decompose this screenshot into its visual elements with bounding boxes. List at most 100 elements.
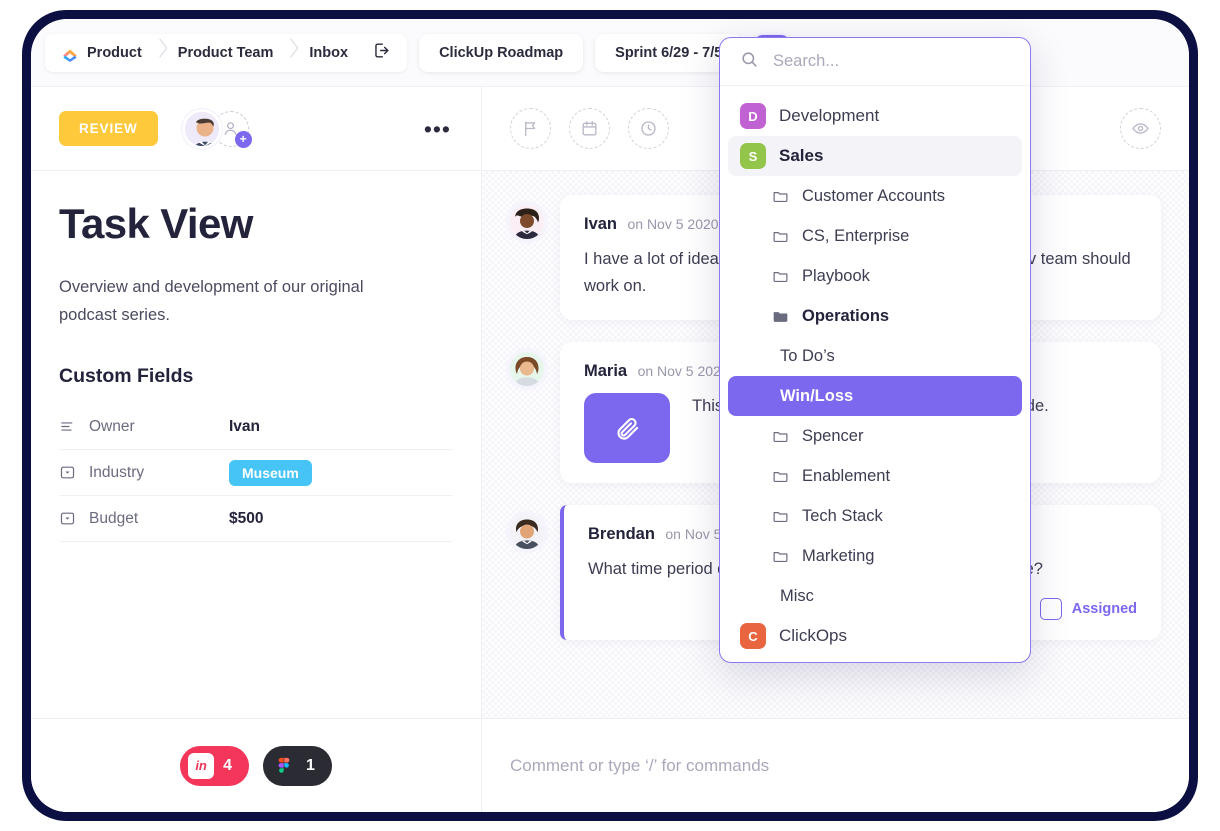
clock-icon[interactable] xyxy=(628,108,669,149)
dropdown-item-operations[interactable]: Operations xyxy=(728,296,1022,336)
folder-icon xyxy=(772,428,789,445)
plus-icon: + xyxy=(234,130,252,148)
page-title: Task View xyxy=(59,200,253,247)
dropdown-item-label: Enablement xyxy=(802,466,891,485)
dropdown-item-label: To Do’s xyxy=(780,346,835,365)
dropdown-item-clickops[interactable]: C ClickOps xyxy=(728,616,1022,656)
search-input[interactable] xyxy=(773,52,1010,71)
comment-author: Maria xyxy=(584,362,628,381)
dropdown-icon xyxy=(59,464,89,481)
space-picker-dropdown: D Development S Sales Customer Accounts CS, E… xyxy=(719,37,1031,663)
dropdown-item-sales[interactable]: S Sales xyxy=(728,136,1022,176)
folder-open-icon xyxy=(772,308,789,325)
dropdown-item-win-loss[interactable]: Win/Loss xyxy=(728,376,1022,416)
dropdown-item-customer-accounts[interactable]: Customer Accounts xyxy=(728,176,1022,216)
dropdown-item-label: Misc xyxy=(780,586,814,605)
field-value: $500 xyxy=(229,509,264,527)
status-badge[interactable]: REVIEW xyxy=(59,111,158,146)
space-avatar-icon: D xyxy=(740,103,766,129)
folder-icon xyxy=(772,548,789,565)
calendar-icon[interactable] xyxy=(569,108,610,149)
comment-author: Brendan xyxy=(588,525,655,544)
folder-icon xyxy=(772,188,789,205)
assignee-group: + xyxy=(181,108,252,149)
search-icon xyxy=(740,50,759,74)
share-button[interactable] xyxy=(360,34,403,72)
field-value: Ivan xyxy=(229,417,261,435)
dropdown-item-label: Sales xyxy=(779,146,824,165)
invision-count: 4 xyxy=(223,756,232,774)
dropdown-item-enablement[interactable]: Enablement xyxy=(728,456,1022,496)
breadcrumb-item-inbox[interactable]: Inbox xyxy=(297,34,360,72)
paperclip-icon[interactable] xyxy=(584,393,670,464)
avatar[interactable] xyxy=(510,352,544,387)
text-lines-icon xyxy=(59,418,89,435)
dropdown-item-label: Development xyxy=(779,106,880,125)
dropdown-search-row xyxy=(720,38,1030,86)
avatar[interactable] xyxy=(510,515,544,550)
dropdown-item-spencer[interactable]: Spencer xyxy=(728,416,1022,456)
comment-input[interactable] xyxy=(510,755,1161,776)
invision-badge[interactable]: in 4 xyxy=(180,745,249,786)
dropdown-item-marketing[interactable]: Marketing xyxy=(728,536,1022,576)
eye-icon[interactable] xyxy=(1120,108,1161,149)
folder-icon xyxy=(772,228,789,245)
comment-timestamp: on Nov 5 2020 xyxy=(637,363,729,380)
device-frame: Product Product Team Inbox ClickUp Roadm… xyxy=(22,10,1198,821)
invision-icon: in xyxy=(188,752,215,779)
breadcrumb-label: Inbox xyxy=(309,44,349,61)
task-description: Overview and development of our original… xyxy=(59,278,364,325)
breadcrumb-separator-icon xyxy=(154,40,166,66)
share-arrow-icon xyxy=(372,41,391,64)
dropdown-item-label: Tech Stack xyxy=(802,506,883,525)
assigned-checkbox[interactable]: Assigned xyxy=(1039,597,1137,620)
field-label: Owner xyxy=(89,417,135,435)
breadcrumb-item-product-team[interactable]: Product Team xyxy=(166,34,286,72)
dropdown-item-label: Win/Loss xyxy=(780,386,854,405)
dropdown-item-misc[interactable]: Misc xyxy=(728,576,1022,616)
comment-composer xyxy=(482,718,1189,812)
field-label: Budget xyxy=(89,509,139,527)
dropdown-item-label: CS, Enterprise xyxy=(802,226,910,245)
field-row-industry[interactable]: Industry Museum xyxy=(59,450,453,497)
dropdown-icon xyxy=(59,510,89,527)
dropdown-item-to-do-s[interactable]: To Do’s xyxy=(728,336,1022,376)
tab-label: ClickUp Roadmap xyxy=(439,44,564,61)
space-avatar-icon: S xyxy=(740,143,766,169)
dropdown-item-label: Operations xyxy=(802,306,890,325)
avatar[interactable] xyxy=(510,205,544,239)
field-label: Industry xyxy=(89,463,145,481)
breadcrumb-item-product[interactable]: Product xyxy=(49,34,154,72)
custom-fields-heading: Custom Fields xyxy=(59,365,194,388)
dropdown-item-label: ClickOps xyxy=(779,626,848,645)
dropdown-item-marketing[interactable]: MMarketing xyxy=(728,656,1022,662)
avatar[interactable] xyxy=(181,108,222,149)
field-row-owner[interactable]: Owner Ivan xyxy=(59,404,453,451)
dropdown-item-playbook[interactable]: Playbook xyxy=(728,256,1022,296)
clickup-logo-icon xyxy=(61,44,79,62)
task-header-row: REVIEW + ••• xyxy=(31,87,481,171)
dropdown-item-list: D Development S Sales Customer Accounts CS, E… xyxy=(720,86,1030,662)
flag-icon[interactable] xyxy=(510,108,551,149)
tab-clickup-roadmap[interactable]: ClickUp Roadmap xyxy=(419,33,584,72)
task-detail-pane: REVIEW + ••• Task View Overview and deve… xyxy=(31,87,482,812)
field-value-pill: Museum xyxy=(229,459,312,486)
field-row-budget[interactable]: Budget $500 xyxy=(59,496,453,543)
figma-icon xyxy=(271,753,297,779)
assigned-label: Assigned xyxy=(1071,600,1137,617)
breadcrumb-label: Product xyxy=(87,44,142,61)
ellipsis-icon[interactable]: ••• xyxy=(422,117,453,140)
custom-fields-table: Owner Ivan Industry Museum Budget $500 xyxy=(59,404,453,543)
figma-badge[interactable]: 1 xyxy=(263,745,332,786)
dropdown-item-development[interactable]: D Development xyxy=(728,96,1022,136)
comment-author: Ivan xyxy=(584,215,618,233)
tab-label: Sprint 6/29 - 7/5 xyxy=(615,44,723,61)
dropdown-item-label: Customer Accounts xyxy=(802,186,946,205)
checkbox-icon[interactable] xyxy=(1039,597,1062,620)
dropdown-item-tech-stack[interactable]: Tech Stack xyxy=(728,496,1022,536)
dropdown-item-label: Playbook xyxy=(802,266,870,285)
folder-icon xyxy=(772,268,789,285)
dropdown-item-cs-enterprise[interactable]: CS, Enterprise xyxy=(728,216,1022,256)
folder-icon xyxy=(772,508,789,525)
figma-count: 1 xyxy=(306,756,315,774)
